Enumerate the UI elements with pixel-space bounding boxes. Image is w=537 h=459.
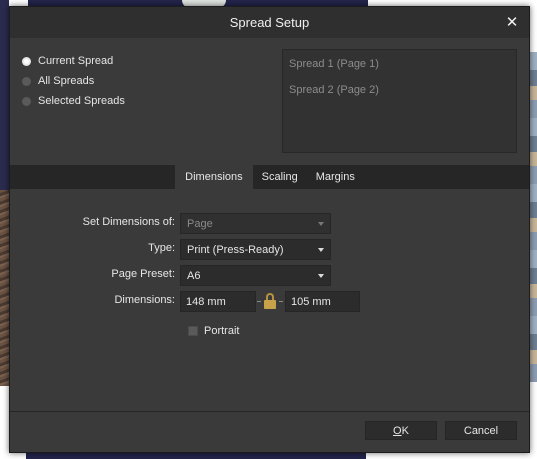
background-map-image [0,190,9,386]
portrait-label: Portrait [204,325,240,337]
link-line [257,301,261,302]
spread-list[interactable]: Spread 1 (Page 1) Spread 2 (Page 2) [282,49,517,153]
dimensions-form: Set Dimensions of: Page Type: Print (Pre… [10,213,529,337]
link-line [279,301,283,302]
select-value: Print (Press-Ready) [187,243,284,256]
type-select[interactable]: Print (Press-Ready) [180,239,331,260]
radio-button[interactable] [22,76,31,86]
chevron-down-icon [318,221,324,226]
ok-button[interactable]: OK [365,421,437,440]
radio-all-spreads[interactable]: All Spreads [22,71,262,91]
dimensions-row: Dimensions: 148 mm 105 mm [10,291,529,317]
tab-scaling[interactable]: Scaling [253,165,307,189]
list-item[interactable]: Spread 1 (Page 1) [289,58,510,84]
radio-button[interactable] [22,56,31,66]
set-dimensions-select: Page [180,213,331,234]
height-input[interactable]: 105 mm [285,291,360,312]
tab-bar: Dimensions Scaling Margins [10,165,529,189]
footer-divider [10,411,529,412]
radio-label: Current Spread [38,55,114,67]
lock-body [264,300,276,309]
chevron-down-icon [318,247,324,252]
chevron-down-icon [318,273,324,278]
dimensions-label: Dimensions: [114,294,175,306]
lock-icon[interactable] [263,293,277,310]
radio-label: All Spreads [38,75,95,87]
select-value: Page [187,217,213,230]
radio-label: Selected Spreads [38,95,125,107]
select-value: A6 [187,269,201,282]
dialog-title: Spread Setup [229,15,310,30]
set-dimensions-row: Set Dimensions of: Page [10,213,529,239]
cancel-button[interactable]: Cancel [445,421,517,440]
background-photo [530,52,537,382]
set-dimensions-label: Set Dimensions of: [82,216,175,228]
close-icon[interactable]: ✕ [503,13,521,31]
page-preset-row: Page Preset: A6 [10,265,529,291]
ok-label: K [401,424,409,437]
radio-selected-spreads[interactable]: Selected Spreads [22,91,262,111]
width-input[interactable]: 148 mm [180,291,256,312]
list-item[interactable]: Spread 2 (Page 2) [289,84,510,110]
page-preset-select[interactable]: A6 [180,265,331,286]
page-preset-label: Page Preset: [111,268,175,280]
type-row: Type: Print (Press-Ready) [10,239,529,265]
type-label: Type: [148,242,175,254]
radio-current-spread[interactable]: Current Spread [22,51,262,71]
spread-scope-options: Current Spread All Spreads Selected Spre… [22,51,262,111]
tab-margins[interactable]: Margins [307,165,364,189]
spread-setup-dialog: Spread Setup ✕ Current Spread All Spread… [9,6,530,453]
radio-button[interactable] [22,96,31,106]
portrait-checkbox-row[interactable]: Portrait [188,325,239,337]
dialog-titlebar: Spread Setup ✕ [10,7,529,38]
portrait-checkbox[interactable] [188,326,198,336]
tab-dimensions[interactable]: Dimensions [175,165,253,189]
ok-mnemonic: O [393,424,402,437]
